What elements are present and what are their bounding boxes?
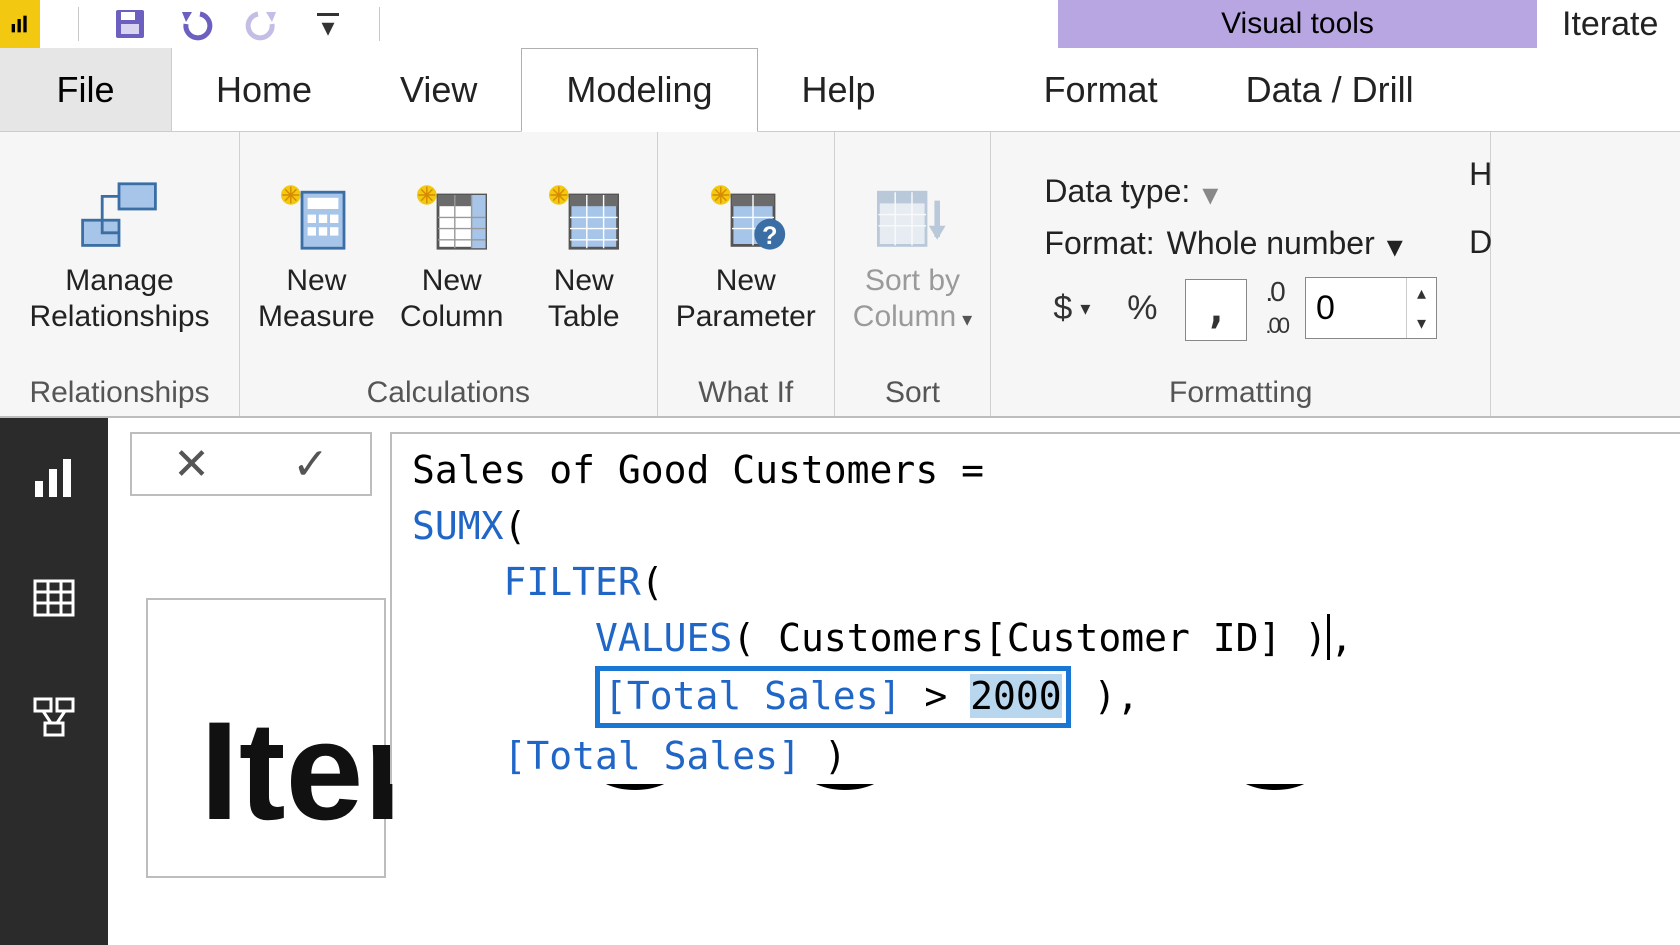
data-type-dropdown[interactable]: ▾ (1202, 175, 1218, 213)
edge-text: H (1469, 156, 1492, 193)
data-type-label: Data type: (1044, 173, 1190, 210)
selected-text: 2000 (970, 674, 1062, 718)
measure-name: Sales of Good Customers (412, 448, 938, 492)
dax-measure-ref: [Total Sales] (504, 734, 801, 778)
new-column-button[interactable]: New Column (397, 177, 507, 335)
decimal-icon: .0.00 (1265, 276, 1287, 340)
undo-button[interactable] (173, 4, 219, 44)
commit-formula-button[interactable]: ✓ (292, 439, 329, 490)
chevron-down-icon: ▾ (962, 309, 972, 331)
dax-function: VALUES (595, 616, 732, 660)
tab-modeling[interactable]: Modeling (521, 48, 757, 132)
group-label-formatting: Formatting (1169, 370, 1312, 410)
annotation-highlight-box: [Total Sales] > 2000 (595, 666, 1071, 728)
report-view-button[interactable] (24, 448, 84, 508)
new-measure-button[interactable]: New Measure (258, 177, 375, 335)
dax-column-ref: Customers[Customer ID] (778, 616, 1281, 660)
redo-button[interactable] (239, 4, 285, 44)
percent-format-button[interactable]: % (1117, 277, 1167, 339)
column-icon (410, 177, 494, 255)
dax-measure-ref: [Total Sales] (604, 674, 901, 718)
sort-icon (870, 177, 954, 255)
measure-icon (274, 177, 358, 255)
text-caret (1327, 614, 1330, 660)
thousands-separator-button[interactable]: , (1185, 279, 1247, 341)
decimals-spinner[interactable]: ▴ ▾ (1305, 277, 1437, 339)
canvas-background-text: Iter (200, 690, 418, 852)
dax-function: FILTER (504, 560, 641, 604)
relationships-icon (77, 177, 161, 255)
app-icon (0, 0, 40, 48)
svg-text:?: ? (762, 222, 777, 250)
manage-relationships-button[interactable]: Manage Relationships (29, 177, 209, 335)
edge-text: D (1469, 224, 1492, 261)
tab-help[interactable]: Help (758, 48, 920, 132)
format-dropdown[interactable]: ▾ (1387, 227, 1403, 265)
data-view-button[interactable] (24, 568, 84, 628)
tab-home[interactable]: Home (172, 48, 356, 132)
new-parameter-button[interactable]: ? New Parameter (676, 177, 816, 335)
format-label: Format: (1044, 225, 1154, 262)
currency-format-button[interactable]: $▾ (1044, 277, 1099, 339)
group-label-sort: Sort (885, 370, 940, 410)
tab-data-drill[interactable]: Data / Drill (1202, 48, 1458, 132)
group-label-whatif: What If (698, 370, 793, 410)
qat-separator (78, 7, 79, 41)
group-label-relationships: Relationships (29, 370, 209, 410)
qat-customize-dropdown[interactable]: ▾ (305, 4, 351, 44)
window-title-fragment: Iterate (1562, 0, 1658, 48)
parameter-icon: ? (704, 177, 788, 255)
model-view-button[interactable] (24, 688, 84, 748)
spinner-down[interactable]: ▾ (1407, 308, 1436, 338)
report-canvas-edge (146, 598, 386, 878)
dax-formula-editor[interactable]: Sales of Good Customers = SUMX( FILTER( … (390, 432, 1680, 784)
cancel-formula-button[interactable]: ✕ (173, 439, 210, 490)
table-icon (542, 177, 626, 255)
tab-view[interactable]: View (356, 48, 521, 132)
dax-function: SUMX (412, 504, 504, 548)
new-table-button[interactable]: New Table (529, 177, 639, 335)
file-tab[interactable]: File (0, 48, 172, 132)
sort-by-column-button[interactable]: Sort by Column▾ (853, 177, 972, 335)
spinner-up[interactable]: ▴ (1407, 278, 1436, 308)
tab-format[interactable]: Format (1000, 48, 1202, 132)
save-button[interactable] (107, 4, 153, 44)
qat-separator (379, 7, 380, 41)
visual-tools-contextual-tab: Visual tools (1058, 0, 1537, 48)
format-value[interactable]: Whole number (1167, 225, 1375, 262)
decimals-input[interactable] (1306, 278, 1406, 338)
group-label-calculations: Calculations (367, 370, 530, 410)
